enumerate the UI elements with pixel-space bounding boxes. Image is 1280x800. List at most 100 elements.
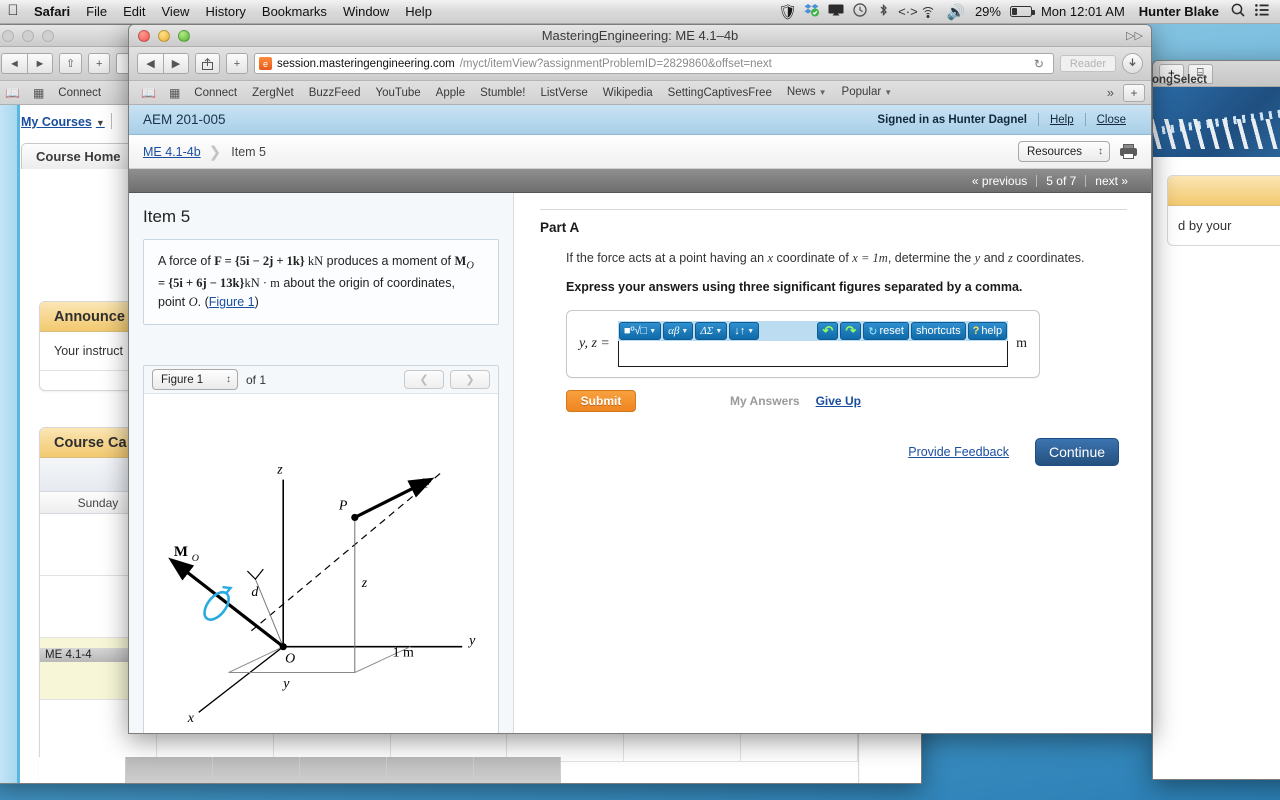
menu-view[interactable]: View: [154, 0, 198, 24]
top-sites-icon[interactable]: ▦: [27, 86, 50, 100]
zoom-button-dim[interactable]: [42, 29, 54, 42]
submit-button[interactable]: Submit: [566, 390, 636, 412]
bookmarks-overflow-button[interactable]: »: [1099, 85, 1122, 100]
breadcrumb-separator-icon: ❯: [208, 143, 222, 161]
breadcrumb-link-assignment[interactable]: ME 4.1-4b: [143, 145, 201, 159]
bookmark-zergnet[interactable]: ZergNet: [245, 81, 301, 105]
close-button-dim[interactable]: [2, 29, 14, 42]
url-bar[interactable]: e session.masteringengineering.com /myct…: [254, 53, 1054, 74]
reset-button[interactable]: ↻ reset: [863, 322, 909, 340]
printer-output: [1123, 153, 1134, 159]
menu-file[interactable]: File: [78, 0, 115, 24]
arrows-button[interactable]: ↓↑ ▼: [729, 322, 760, 340]
add-bookmark-button[interactable]: +: [88, 53, 111, 74]
my-courses-link[interactable]: My Courses ▼: [21, 115, 105, 129]
next-item-link[interactable]: next »: [1086, 174, 1137, 188]
bookmark-wikipedia[interactable]: Wikipedia: [596, 81, 660, 105]
back-button[interactable]: ◀: [137, 53, 163, 74]
shield-icon[interactable]: 🛡: [776, 3, 800, 21]
search-icon[interactable]: [1226, 3, 1250, 20]
exponent-radical-button[interactable]: ■º√□ ▼: [618, 322, 662, 340]
menu-safari[interactable]: Safari: [26, 0, 78, 24]
undo-icon[interactable]: ↶: [817, 322, 839, 340]
share-button[interactable]: ⇧: [59, 53, 83, 74]
dropbox-icon[interactable]: [800, 3, 824, 20]
breadcrumb-current-item: Item 5: [231, 144, 266, 159]
bluetooth-icon[interactable]: [872, 3, 896, 20]
bookmark-stumble[interactable]: Stumble!: [473, 81, 532, 105]
close-button[interactable]: [138, 29, 150, 42]
close-link[interactable]: Close: [1086, 114, 1137, 126]
new-tab-button[interactable]: +: [226, 53, 248, 74]
figure-next-button[interactable]: ❯: [450, 370, 490, 389]
shortcuts-button[interactable]: shortcuts: [910, 322, 966, 340]
menu-window[interactable]: Window: [335, 0, 397, 24]
reload-icon[interactable]: ↻: [1029, 57, 1049, 71]
right-page-content: d by your: [1153, 157, 1280, 779]
menu-history[interactable]: History: [197, 0, 253, 24]
bookmark-listverse[interactable]: ListVerse: [533, 81, 594, 105]
sidebar-icon[interactable]: 📖: [135, 86, 162, 100]
bookmark-connect[interactable]: Connect: [51, 81, 108, 105]
sidebar-icon[interactable]: 📖: [0, 86, 26, 100]
minimize-button[interactable]: [158, 29, 170, 42]
battery-percentage[interactable]: 29%: [968, 4, 1008, 19]
figure-1-link[interactable]: Figure 1: [209, 295, 255, 309]
greek-letters-button[interactable]: αβ ▼: [663, 322, 694, 340]
apple-logo-icon[interactable]: : [0, 3, 26, 20]
math-answer-field[interactable]: ■º√□ ▼ αβ ▼ ΔΣ ▼ ↓↑ ▼ ↶ ↷ ↻ reset shortcuts ?…: [617, 321, 1009, 367]
answer-label: y, z =: [579, 336, 610, 351]
share-button[interactable]: [195, 53, 220, 74]
menu-bookmarks[interactable]: Bookmarks: [254, 0, 335, 24]
answer-input[interactable]: [617, 341, 1009, 367]
volume-icon[interactable]: 🔊: [944, 3, 968, 21]
menu-edit[interactable]: Edit: [115, 0, 153, 24]
code-icon[interactable]: <·>: [896, 4, 920, 19]
user-name[interactable]: Hunter Blake: [1132, 4, 1226, 19]
give-up-link[interactable]: Give Up: [816, 394, 861, 408]
provide-feedback-link[interactable]: Provide Feedback: [908, 445, 1009, 459]
fullscreen-icon[interactable]: ▷▷: [1126, 29, 1143, 42]
previous-item-link[interactable]: « previous: [963, 174, 1036, 188]
resources-dropdown[interactable]: Resources: [1018, 141, 1110, 162]
bookmark-folder-news[interactable]: News ▼: [780, 80, 834, 105]
main-window-titlebar[interactable]: MasteringEngineering: ME 4.1–4b ▷▷: [129, 25, 1151, 47]
svg-text:P: P: [338, 498, 348, 513]
time-machine-icon[interactable]: [848, 3, 872, 20]
svg-text:y: y: [281, 676, 290, 691]
continue-button[interactable]: Continue: [1035, 438, 1119, 466]
bookmark-folder-popular[interactable]: Popular ▼: [835, 80, 900, 105]
wifi-icon[interactable]: [920, 6, 944, 18]
bookmark-folder-popular-label: Popular: [841, 86, 882, 98]
minimize-button-dim[interactable]: [22, 29, 34, 42]
help-button[interactable]: ? help: [967, 322, 1008, 340]
menu-help[interactable]: Help: [397, 0, 440, 24]
bookmark-apple[interactable]: Apple: [429, 81, 472, 105]
tab-course-home[interactable]: Course Home: [21, 143, 136, 169]
problem-text-2: produces a moment of: [323, 254, 455, 268]
figure-selector-dropdown[interactable]: Figure 1: [152, 369, 238, 390]
figure-prev-button[interactable]: ❮: [404, 370, 444, 389]
safari-main-window[interactable]: MasteringEngineering: ME 4.1–4b ▷▷ ◀ ▶ +…: [128, 24, 1152, 734]
clock[interactable]: Mon 12:01 AM: [1034, 4, 1132, 19]
zoom-button[interactable]: [178, 29, 190, 42]
redo-icon[interactable]: ↷: [840, 322, 862, 340]
forward-button[interactable]: ▶: [163, 53, 189, 74]
notification-center-icon[interactable]: [1250, 4, 1274, 19]
reader-button[interactable]: Reader: [1059, 55, 1116, 72]
battery-icon[interactable]: [1009, 6, 1035, 17]
bookmark-settingcaptivesfree[interactable]: SettingCaptivesFree: [661, 81, 779, 105]
forward-button[interactable]: ►: [27, 53, 53, 74]
bookmark-add-button[interactable]: +: [1123, 83, 1145, 102]
help-link[interactable]: Help: [1039, 114, 1085, 126]
symbols-button[interactable]: ΔΣ ▼: [695, 322, 728, 340]
airplay-icon[interactable]: [824, 3, 848, 20]
bookmark-youtube[interactable]: YouTube: [368, 81, 427, 105]
back-button[interactable]: ◄: [1, 53, 27, 74]
printer-icon[interactable]: [1120, 144, 1137, 159]
bookmark-buzzfeed[interactable]: BuzzFeed: [302, 81, 368, 105]
downloads-button[interactable]: [1122, 53, 1143, 74]
background-window-right[interactable]: + ⌸ d by your: [1152, 60, 1280, 780]
bookmark-connect[interactable]: Connect: [187, 81, 244, 105]
top-sites-icon[interactable]: ▦: [163, 86, 186, 100]
